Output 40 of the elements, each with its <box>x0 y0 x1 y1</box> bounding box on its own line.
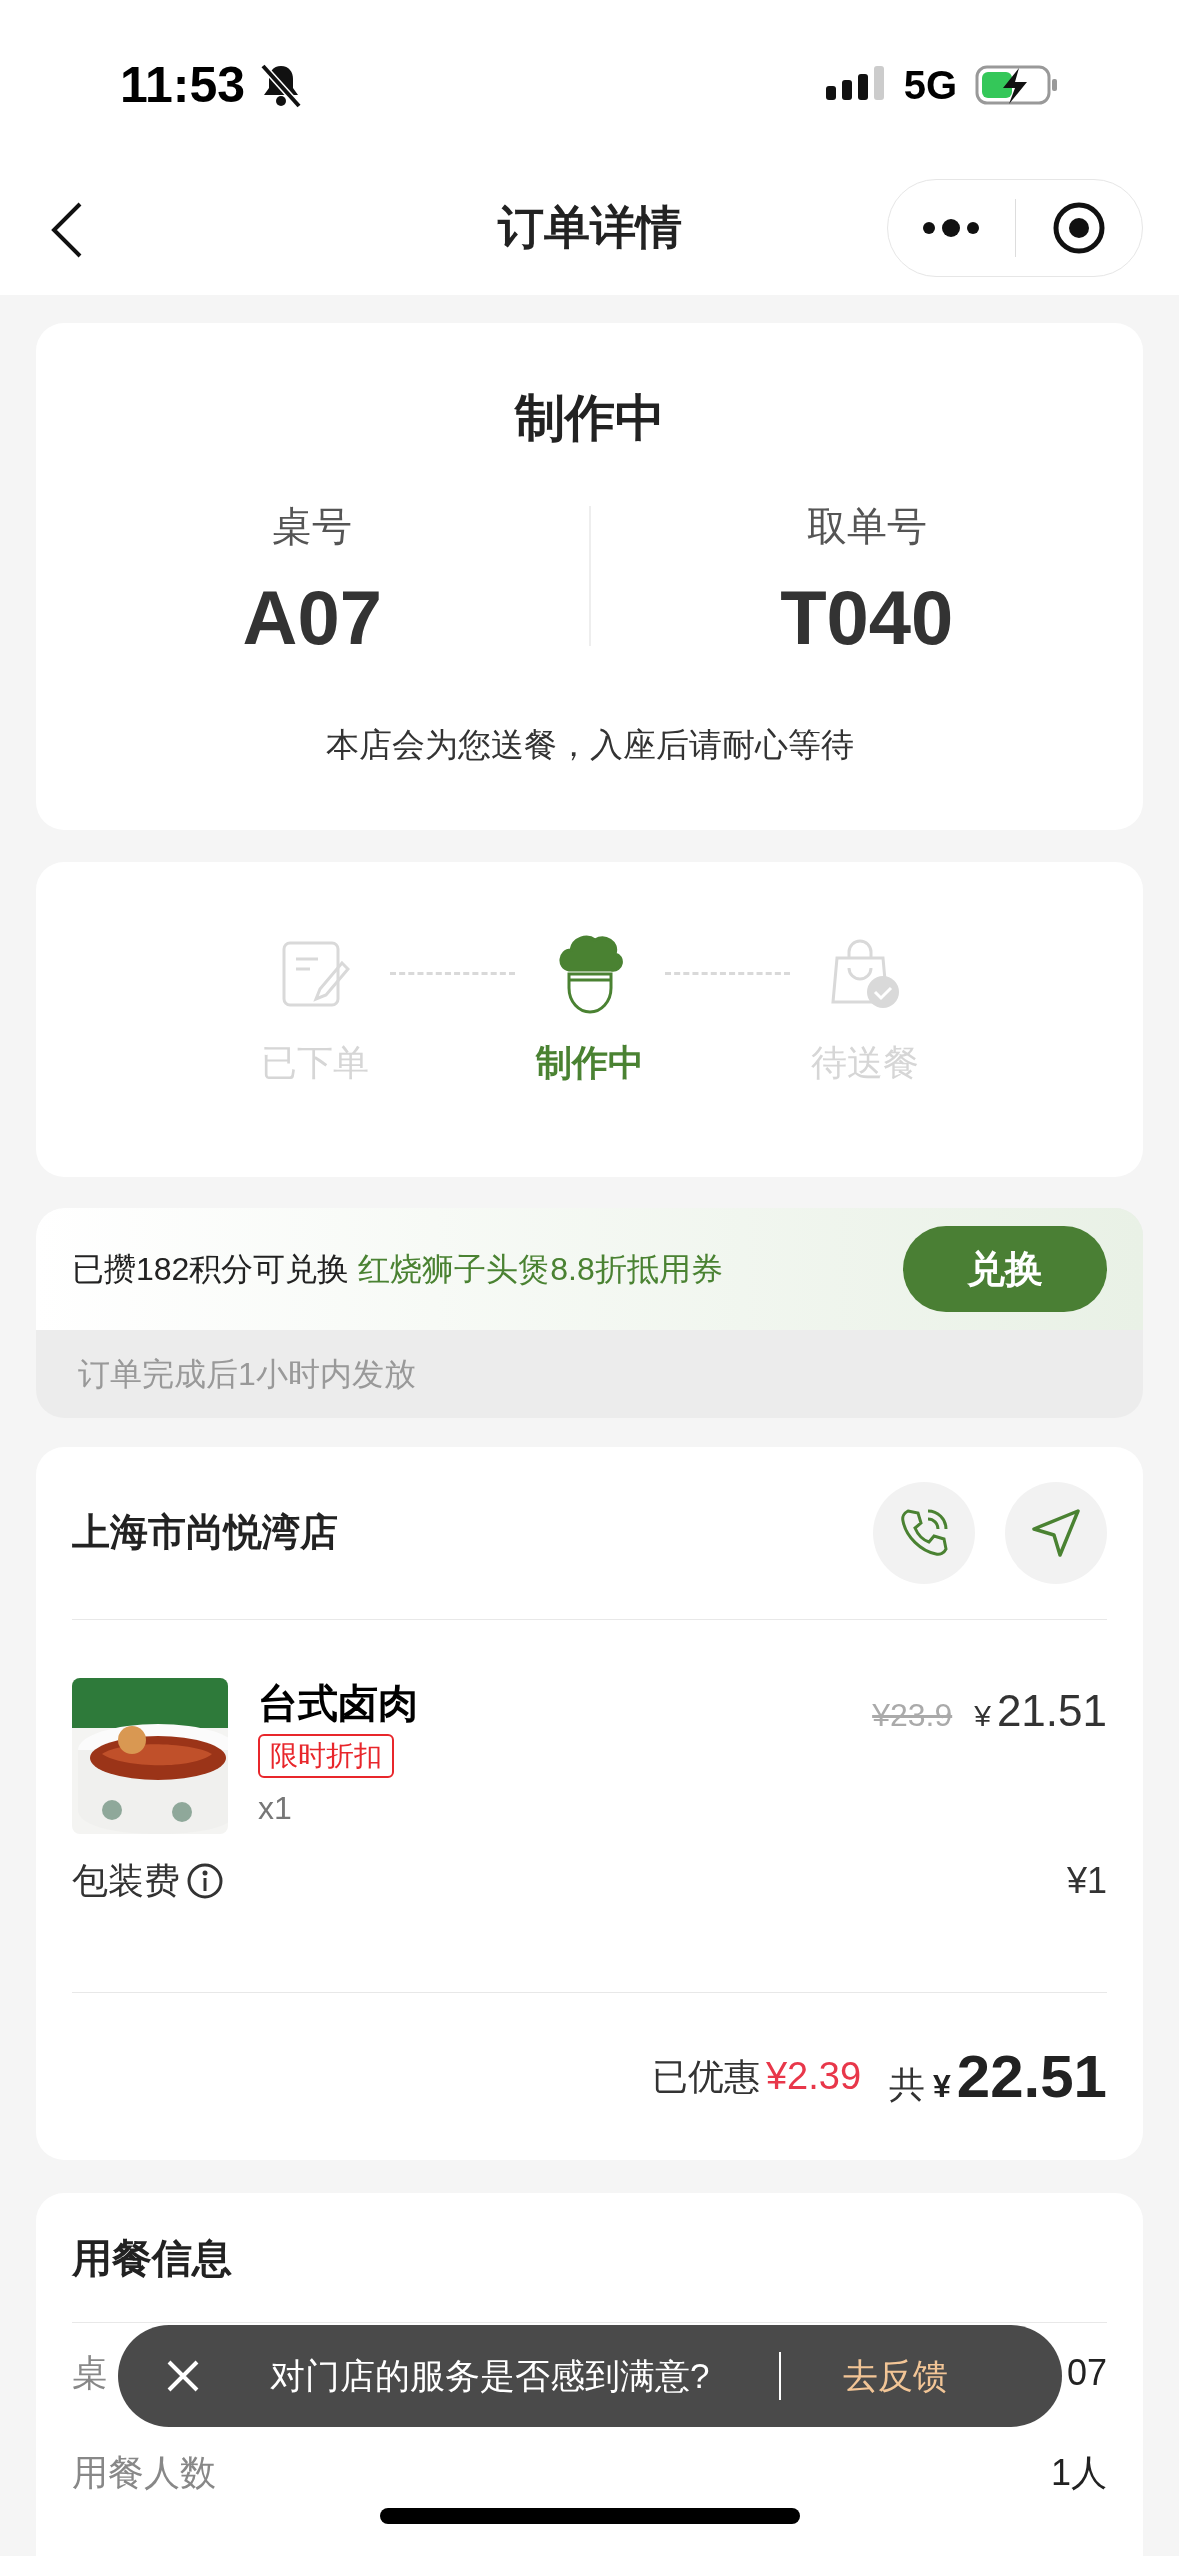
close-target-icon[interactable] <box>1051 201 1106 255</box>
packing-fee-value: ¥1 <box>1066 1858 1107 1903</box>
feedback-link[interactable]: 去反馈 <box>843 2349 949 2403</box>
order-status-title: 制作中 <box>514 389 665 448</box>
shopping-bag-check-icon <box>828 938 901 1010</box>
field-label: 取单号 <box>806 503 927 550</box>
progress-step: 制作中 <box>535 1036 644 1090</box>
store-name: 上海市尚悦湾店 <box>72 1510 338 1556</box>
discount-amount: ¥2.39 <box>765 2054 862 2100</box>
original-price: ¥23.9 <box>872 1695 953 1735</box>
section-title: 用餐信息 <box>72 2234 232 2282</box>
item-price: ¥21.51 <box>974 1684 1107 1737</box>
redeem-button[interactable]: 兑换 <box>903 1226 1107 1312</box>
info-value: 1人 <box>1050 2451 1107 2495</box>
info-value: 07 <box>1066 2351 1107 2395</box>
toast-message: 对门店的服务是否感到满意? <box>270 2354 710 2397</box>
item-quantity: x1 <box>258 1788 292 1828</box>
status-note: 本店会为您送餐，入座后请耐心等待 <box>325 725 854 765</box>
status-time: 11:53 <box>120 55 246 115</box>
field-value: A07 <box>242 580 382 656</box>
points-promo-text: 已攒182积分可兑换 红烧狮子头煲8.8折抵用券 <box>72 1250 723 1289</box>
battery-charging-icon <box>975 64 1059 106</box>
packing-fee-label: 包装费 <box>72 1858 180 1903</box>
field-label: 桌号 <box>272 503 353 550</box>
bell-off-icon <box>259 62 304 108</box>
item-name: 台式卤肉 <box>258 1679 418 1727</box>
info-icon[interactable] <box>186 1861 224 1900</box>
discount-tag: 限时折扣 <box>258 1733 394 1778</box>
total-label: 共 <box>889 2062 926 2107</box>
navigation-arrow-icon <box>1030 1506 1082 1559</box>
points-promo-footnote: 订单完成后1小时内发放 <box>78 1355 416 1394</box>
network-label: 5G <box>903 62 957 109</box>
close-icon[interactable] <box>166 2359 200 2393</box>
total-amount: ¥22.51 <box>933 2041 1107 2112</box>
discount-label: 已优惠 <box>651 2055 760 2100</box>
more-icon[interactable] <box>921 218 982 238</box>
info-label: 桌 <box>72 2351 108 2395</box>
field-value: T040 <box>780 580 954 656</box>
info-label: 用餐人数 <box>72 2451 216 2495</box>
page-title: 订单详情 <box>497 200 682 255</box>
